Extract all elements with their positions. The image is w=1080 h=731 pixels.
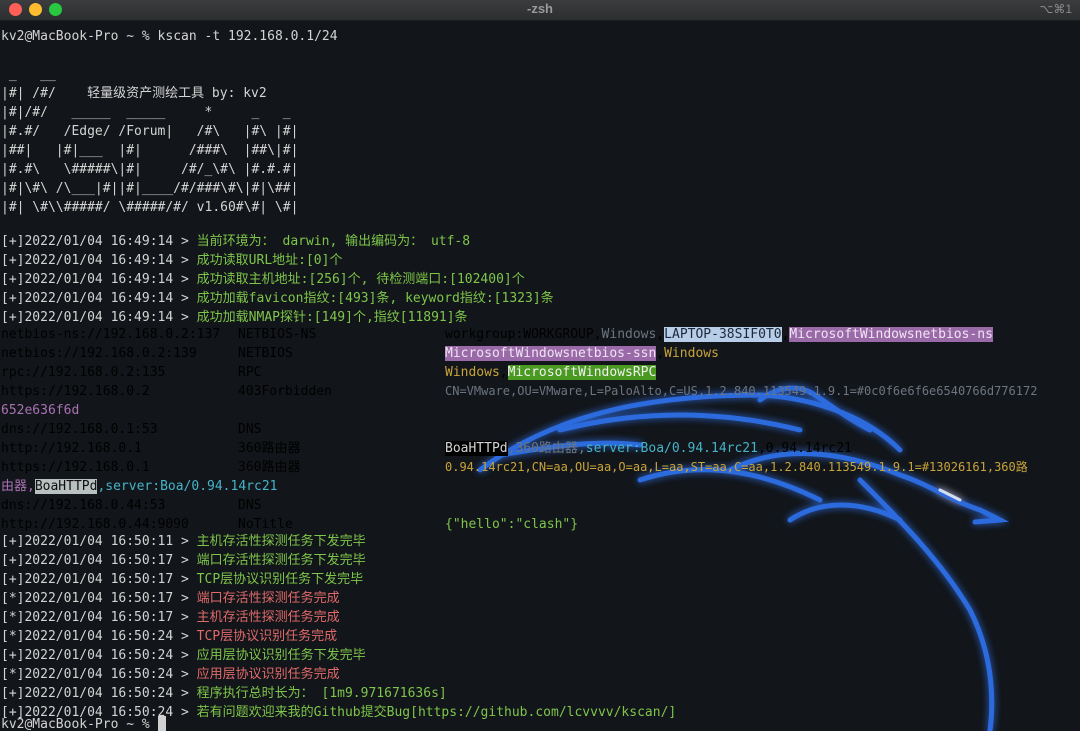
- log-message: 若有问题欢迎来我的Github提交Bug[https://github.com/…: [196, 705, 677, 720]
- result-name: RPC: [238, 365, 262, 380]
- log-line: [+]2022/01/04 16:49:14 > 成功加载favicon指纹:[…: [1, 289, 554, 308]
- log-line: [+]2022/01/04 16:49:14 > 成功读取主机地址:[256]个…: [1, 270, 525, 289]
- log-message: 当前环境为： darwin, 输出编码为： utf-8: [196, 234, 471, 249]
- log-line: [+]2022/01/04 16:49:14 > 成功读取URL地址:[0]个: [1, 251, 342, 270]
- result-url: netbios-ns://192.168.0.2:137: [1, 327, 221, 342]
- log-line: [+]2022/01/04 16:49:14 > 当前环境为： darwin, …: [1, 232, 470, 251]
- result-name: NETBIOS-NS: [238, 327, 317, 342]
- result-info: BoaHTTPd,360路由器,server:Boa/0.94.14rc21,0…: [445, 441, 852, 456]
- result-info: CN=VMware,OU=VMware,L=PaloAlto,C=US,1.2.…: [445, 384, 1038, 398]
- banner-line: |#|\#\ /\___|#||#|____/#/###\#\|#|\##|: [1, 181, 299, 196]
- banner-line: |#| /#/ 轻量级资产测绘工具 by: kv2: [1, 86, 267, 101]
- result-name: 360路由器: [238, 460, 301, 475]
- command-text: kscan -t 192.168.0.1/24: [157, 29, 338, 44]
- log-message: 端口存活性探测任务完成: [196, 591, 340, 606]
- log-prefix: [+]2022/01/04 16:49:14 >: [1, 272, 197, 287]
- log-line: [*]2022/01/04 16:50:17 > 端口存活性探测任务完成: [1, 591, 340, 606]
- log-line: [*]2022/01/04 16:50:24 > 应用层协议识别任务完成: [1, 667, 340, 682]
- result-url: dns://192.168.0.44:53: [1, 498, 166, 513]
- banner-line: |#|/#/ _____ _____ * _ _: [1, 105, 291, 120]
- log-line: [+]2022/01/04 16:50:24 > 应用层协议识别任务下发完毕: [1, 648, 366, 663]
- result-info-wrap: 由器,BoaHTTPd,server:Boa/0.94.14rc21: [1, 479, 278, 494]
- result-info-wrap: 652e636f6d: [1, 403, 80, 418]
- log-message: 主机存活性探测任务完成: [196, 610, 340, 625]
- banner-line: |#.#/ /Edge/ /Forum| /#\ |#\ |#|: [1, 124, 299, 139]
- log-message: 应用层协议识别任务完成: [196, 667, 340, 682]
- result-name: 403Forbidden: [238, 384, 332, 399]
- result-info: Windows,MicrosoftWindowsRPC: [445, 365, 657, 380]
- result-url: netbios://192.168.0.2:139: [1, 346, 197, 361]
- log-line: [*]2022/01/04 16:50:17 > 主机存活性探测任务完成: [1, 610, 340, 625]
- banner-line: |#.#\ \#####\|#| /#/_\#\ |#.#.#|: [1, 162, 299, 177]
- result-url: http://192.168.0.1: [1, 441, 142, 456]
- result-name: DNS: [238, 498, 262, 513]
- log-message: 端口存活性探测任务下发完毕: [196, 553, 366, 568]
- final-prompt-line[interactable]: kv2@MacBook-Pro ~ %: [1, 715, 166, 731]
- log-message: 成功加载favicon指纹:[493]条, keyword指纹:[1323]条: [196, 291, 554, 306]
- log-line: [+]2022/01/04 16:50:17 > TCP层协议识别任务下发完毕: [1, 572, 364, 587]
- log-prefix: [+]2022/01/04 16:49:14 >: [1, 310, 197, 325]
- prompt: kv2@MacBook-Pro ~ %: [1, 29, 158, 44]
- banner-line: |#| \#\\#####/ \#####/#/ v1.60#\#| \#|: [1, 200, 299, 215]
- title-bar[interactable]: -zsh ⌥⌘1: [0, 0, 1080, 21]
- log-message: TCP层协议识别任务下发完毕: [196, 572, 364, 587]
- log-message: TCP层协议识别任务完成: [196, 629, 338, 644]
- result-url: dns://192.168.0.1:53: [1, 422, 158, 437]
- log-message: 主机存活性探测任务下发完毕: [196, 534, 366, 549]
- window-title: -zsh: [527, 1, 553, 16]
- tab-shortcut: ⌥⌘1: [1039, 2, 1072, 16]
- result-info: workgroup:WORKGROUP,Windows,LAPTOP-38SIF…: [445, 327, 993, 342]
- result-info: {"hello":"clash"}: [445, 517, 579, 532]
- banner-line: _ __: [1, 67, 56, 82]
- log-message: 程序执行总时长为： [1m9.971671636s]: [196, 686, 447, 701]
- log-line: [+]2022/01/04 16:50:11 > 主机存活性探测任务下发完毕: [1, 534, 366, 549]
- terminal-window[interactable]: -zsh ⌥⌘1 kv2@MacBook-Pro ~ % kscan -t 19…: [0, 0, 1080, 731]
- prompt: kv2@MacBook-Pro ~ %: [1, 717, 158, 731]
- log-line: [+]2022/01/04 16:50:17 > 端口存活性探测任务下发完毕: [1, 553, 366, 568]
- log-message: 成功读取主机地址:[256]个, 待检测端口:[102400]个: [196, 272, 525, 287]
- result-name: NETBIOS: [238, 346, 293, 361]
- banner-line: |##| |#|___ |#| /###\ |##\|#|: [1, 143, 299, 158]
- result-info: 0.94.14rc21,CN=aa,OU=aa,O=aa,L=aa,ST=aa,…: [445, 460, 1028, 474]
- result-url: https://192.168.0.2: [1, 384, 150, 399]
- log-message: 应用层协议识别任务下发完毕: [196, 648, 366, 663]
- result-name: 360路由器: [238, 441, 301, 456]
- log-prefix: [+]2022/01/04 16:49:14 >: [1, 234, 197, 249]
- command-line: kv2@MacBook-Pro ~ % kscan -t 192.168.0.1…: [1, 27, 338, 46]
- log-prefix: [+]2022/01/04 16:49:14 >: [1, 291, 197, 306]
- log-message: 成功加载NMAP探针:[149]个,指纹[11891]条: [196, 310, 468, 325]
- log-message: 成功读取URL地址:[0]个: [196, 253, 343, 268]
- text-cursor: [157, 716, 166, 731]
- log-line: [*]2022/01/04 16:50:24 > TCP层协议识别任务完成: [1, 629, 338, 644]
- log-line: [+]2022/01/04 16:50:24 > 程序执行总时长为： [1m9.…: [1, 686, 447, 701]
- result-url: https://192.168.0.1: [1, 460, 150, 475]
- result-info: MicrosoftWindowsnetbios-ssn,Windows: [445, 346, 719, 361]
- result-url: rpc://192.168.0.2:135: [1, 365, 166, 380]
- log-prefix: [+]2022/01/04 16:49:14 >: [1, 253, 197, 268]
- result-name: DNS: [238, 422, 262, 437]
